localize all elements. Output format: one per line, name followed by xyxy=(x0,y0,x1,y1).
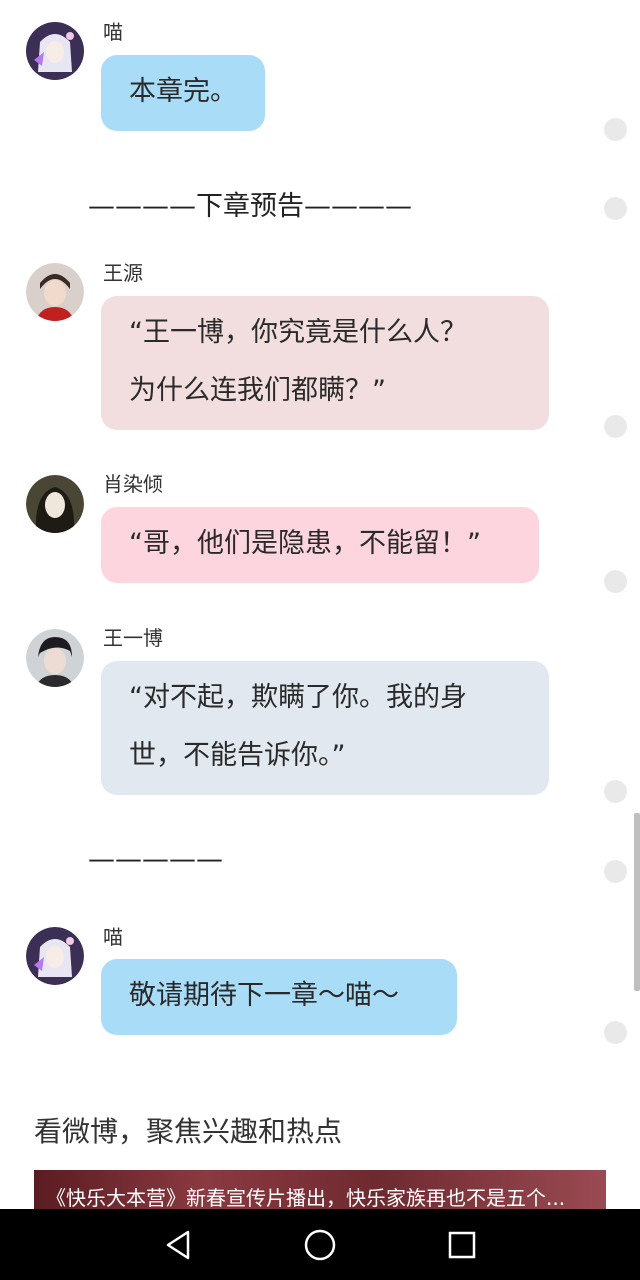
wangyuan-avatar[interactable] xyxy=(26,263,84,321)
promo-banner[interactable]: 《快乐大本营》新春宣传片播出，快乐家族再也不是五个... xyxy=(34,1170,606,1210)
section-separator: ————下章预告———— xyxy=(88,191,412,222)
comment-dot[interactable] xyxy=(604,197,627,220)
comment-dot[interactable] xyxy=(604,780,627,803)
anime-girl-avatar[interactable] xyxy=(26,927,84,985)
comment-dot[interactable] xyxy=(604,1021,627,1044)
message-bubble[interactable]: 本章完。 xyxy=(101,55,265,131)
back-triangle-icon[interactable] xyxy=(160,1227,196,1263)
message-text-line: 为什么连我们都瞒？” xyxy=(129,375,386,406)
banner-text: 《快乐大本营》新春宣传片播出，快乐家族再也不是五个... xyxy=(46,1186,566,1210)
promo-title[interactable]: 看微博，聚焦兴趣和热点 xyxy=(34,1110,342,1150)
anime-girl-avatar[interactable] xyxy=(26,22,84,80)
message-text: 本章完。 xyxy=(129,76,237,107)
recent-square-icon[interactable] xyxy=(444,1227,480,1263)
wang-yibo-avatar[interactable] xyxy=(26,629,84,687)
scrollbar[interactable] xyxy=(634,813,640,991)
navigation-bar xyxy=(0,1209,640,1280)
sender-name: 肖染倾 xyxy=(103,472,163,496)
sender-name: 喵 xyxy=(103,925,123,949)
comment-dot[interactable] xyxy=(604,860,627,883)
sender-name: 喵 xyxy=(103,20,123,44)
message-text: “哥，他们是隐患，不能留！” xyxy=(129,528,481,559)
comment-dot[interactable] xyxy=(604,415,627,438)
message-text-line: 世，不能告诉你。” xyxy=(129,740,346,771)
section-separator: ————— xyxy=(88,844,223,875)
message-bubble[interactable]: “哥，他们是隐患，不能留！” xyxy=(101,507,539,583)
message-bubble[interactable]: 敬请期待下一章～喵～ xyxy=(101,959,457,1035)
message-text: 敬请期待下一章～喵～ xyxy=(129,980,399,1011)
sender-name: 王源 xyxy=(103,261,143,285)
home-circle-icon[interactable] xyxy=(302,1227,338,1263)
message-text-line: “对不起，欺瞒了你。我的身 xyxy=(129,682,467,713)
comment-dot[interactable] xyxy=(604,570,627,593)
message-bubble[interactable]: “王一博，你究竟是什么人？ 为什么连我们都瞒？” xyxy=(101,296,549,430)
xiao-ranqing-avatar[interactable] xyxy=(26,475,84,533)
sender-name: 王一博 xyxy=(103,626,163,650)
message-bubble[interactable]: “对不起，欺瞒了你。我的身 世，不能告诉你。” xyxy=(101,661,549,795)
message-text-line: “王一博，你究竟是什么人？ xyxy=(129,317,467,348)
comment-dot[interactable] xyxy=(604,118,627,141)
